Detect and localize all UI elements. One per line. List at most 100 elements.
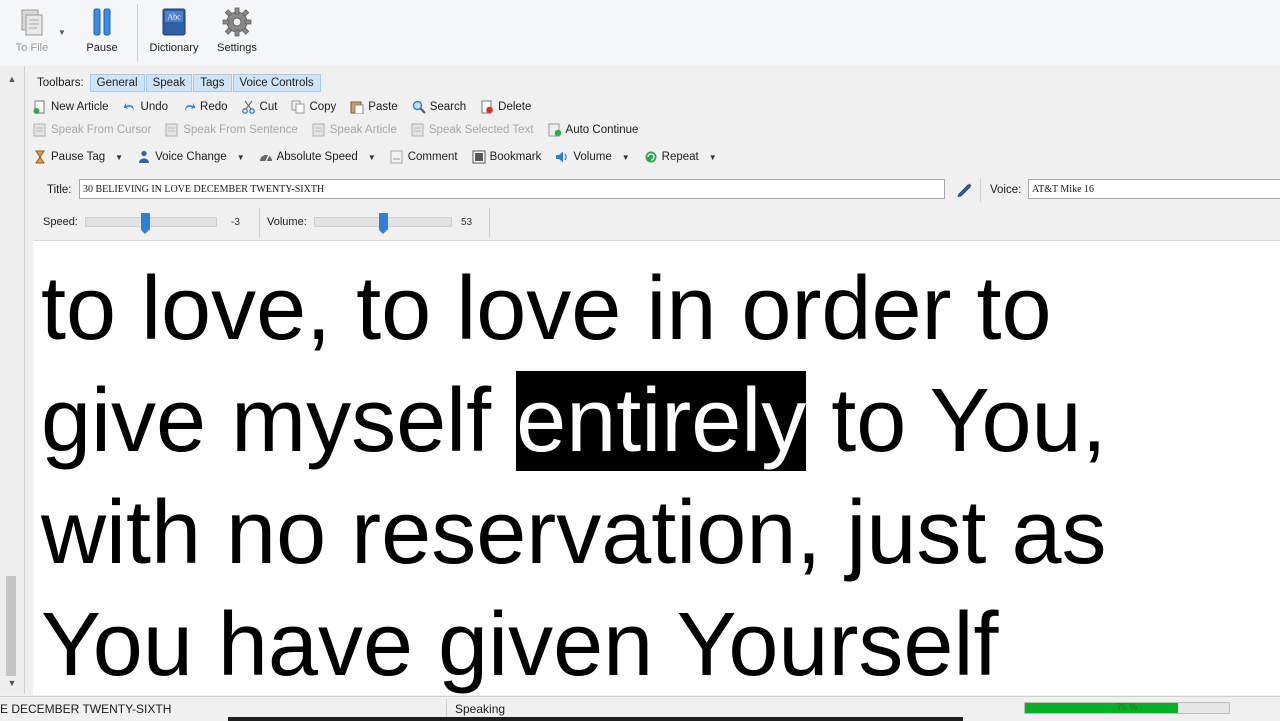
speak-article-button[interactable]: Speak Article bbox=[312, 123, 397, 137]
redo-label: Redo bbox=[200, 101, 228, 113]
voice-select[interactable]: AT&T Mike 16 bbox=[1028, 179, 1280, 199]
speed-label: Speed: bbox=[43, 216, 78, 228]
pause-tag-button[interactable]: Pause Tag ▼ bbox=[33, 150, 123, 164]
speak-toolbar: Speak From Cursor Speak From Sentence Sp… bbox=[33, 119, 652, 141]
scissors-icon bbox=[241, 100, 255, 114]
edit-pen-icon[interactable] bbox=[955, 180, 973, 198]
undo-icon bbox=[123, 103, 134, 111]
status-separator bbox=[446, 699, 447, 717]
redo-icon bbox=[185, 103, 196, 111]
to-file-button[interactable]: To File bbox=[10, 6, 54, 62]
speed-slider-track[interactable] bbox=[85, 217, 217, 227]
scroll-up-icon[interactable]: ▲ bbox=[4, 72, 20, 86]
paste-button[interactable]: Paste bbox=[350, 100, 398, 114]
speech-progress-bar: 75 % bbox=[1024, 702, 1230, 714]
toolbars-tab-row: Toolbars: General Speak Tags Voice Contr… bbox=[31, 72, 322, 94]
speed-value: -3 bbox=[231, 217, 240, 228]
tab-voice-controls[interactable]: Voice Controls bbox=[232, 74, 321, 92]
settings-button[interactable]: Settings bbox=[214, 6, 260, 62]
delete-label: Delete bbox=[498, 101, 532, 113]
pause-button[interactable]: Pause bbox=[80, 6, 124, 62]
repeat-button[interactable]: Repeat ▼ bbox=[644, 150, 717, 164]
left-scrollbar[interactable]: ▲ ▼ bbox=[0, 66, 25, 694]
speak-from-cursor-icon bbox=[33, 123, 46, 137]
new-article-button[interactable]: New Article bbox=[33, 100, 109, 114]
absolute-speed-button[interactable]: Absolute Speed ▼ bbox=[259, 150, 376, 164]
search-button[interactable]: Search bbox=[412, 100, 466, 114]
status-bar: E DECEMBER TWENTY-SIXTH Speaking 75 % bbox=[0, 696, 1280, 721]
speak-from-cursor-button[interactable]: Speak From Cursor bbox=[33, 123, 151, 137]
pause-tag-dropdown-icon[interactable]: ▼ bbox=[115, 153, 123, 162]
comment-icon bbox=[390, 150, 403, 164]
text-line-4: You have given Yourself bbox=[41, 595, 999, 695]
tab-general[interactable]: General bbox=[89, 74, 145, 92]
progress-label: 75 % bbox=[1116, 702, 1138, 712]
bookmark-label: Bookmark bbox=[489, 151, 542, 163]
search-label: Search bbox=[429, 101, 467, 113]
search-icon bbox=[412, 100, 426, 114]
new-article-label: New Article bbox=[51, 101, 109, 113]
tab-tags[interactable]: Tags bbox=[193, 74, 232, 92]
speak-from-sentence-icon bbox=[165, 123, 178, 137]
speak-selected-text-icon bbox=[411, 123, 424, 137]
text-line-1: to love, to love in order to bbox=[41, 259, 1052, 359]
pause-tag-label: Pause Tag bbox=[51, 151, 106, 163]
voice-change-button[interactable]: Voice Change ▼ bbox=[137, 150, 245, 164]
auto-continue-label: Auto Continue bbox=[565, 124, 639, 136]
voice-separator bbox=[980, 178, 981, 202]
speak-selected-text-button[interactable]: Speak Selected Text bbox=[411, 123, 534, 137]
toolbars-label: Toolbars: bbox=[37, 77, 84, 89]
text-line-3: with no reservation, just as bbox=[41, 483, 1107, 583]
paste-label: Paste bbox=[368, 101, 398, 113]
speedometer-icon bbox=[259, 154, 272, 162]
dictionary-icon-text: Abc bbox=[167, 13, 181, 22]
speak-article-icon bbox=[312, 123, 325, 137]
tab-speak[interactable]: Speak bbox=[145, 74, 193, 92]
scrollbar-thumb[interactable] bbox=[6, 576, 16, 676]
volume-value: 53 bbox=[461, 217, 473, 228]
undo-button[interactable]: Undo bbox=[123, 100, 168, 114]
copy-icon bbox=[291, 100, 305, 114]
speed-slider-thumb[interactable] bbox=[141, 213, 150, 234]
article-text: to love, to love in order to give myself… bbox=[41, 253, 1271, 695]
article-text-area[interactable]: to love, to love in order to give myself… bbox=[33, 240, 1280, 695]
speak-article-label: Speak Article bbox=[329, 124, 397, 136]
redo-button[interactable]: Redo bbox=[182, 100, 228, 114]
repeat-dropdown-icon[interactable]: ▼ bbox=[709, 153, 717, 162]
volume-tag-dropdown-icon[interactable]: ▼ bbox=[622, 153, 630, 162]
voice-change-dropdown-icon[interactable]: ▼ bbox=[237, 153, 245, 162]
delete-icon bbox=[481, 100, 493, 114]
text-line-2: give myself entirely to You, bbox=[41, 365, 1271, 477]
repeat-icon bbox=[645, 151, 657, 163]
ribbon-toolbar: To File ▼ Pause Abc Dictionary Settings bbox=[0, 0, 1280, 67]
bookmark-icon bbox=[472, 150, 486, 164]
comment-label: Comment bbox=[407, 151, 458, 163]
title-input[interactable]: 30 BELIEVING IN LOVE DECEMBER TWENTY-SIX… bbox=[79, 179, 945, 199]
hourglass-icon bbox=[35, 150, 45, 164]
status-article-title: E DECEMBER TWENTY-SIXTH bbox=[0, 702, 172, 716]
volume-tag-button[interactable]: Volume ▼ bbox=[555, 150, 630, 164]
voice-change-label: Voice Change bbox=[155, 151, 227, 163]
speak-from-sentence-label: Speak From Sentence bbox=[183, 124, 298, 136]
slider-separator-end bbox=[489, 208, 490, 238]
scroll-down-icon[interactable]: ▼ bbox=[4, 676, 20, 690]
general-toolbar: New Article Undo Redo Cut Copy Paste Sea… bbox=[33, 96, 545, 118]
to-file-dropdown-icon[interactable]: ▼ bbox=[58, 28, 66, 37]
spoken-word-highlight: entirely bbox=[516, 371, 807, 471]
copy-button[interactable]: Copy bbox=[291, 100, 336, 114]
copy-label: Copy bbox=[309, 101, 337, 113]
dictionary-icon: Abc bbox=[162, 8, 186, 36]
bookmark-button[interactable]: Bookmark bbox=[472, 150, 542, 164]
absolute-speed-dropdown-icon[interactable]: ▼ bbox=[368, 153, 376, 162]
delete-button[interactable]: Delete bbox=[480, 100, 531, 114]
absolute-speed-label: Absolute Speed bbox=[276, 151, 358, 163]
cut-button[interactable]: Cut bbox=[241, 100, 277, 114]
auto-continue-button[interactable]: Auto Continue bbox=[548, 123, 639, 137]
dictionary-button[interactable]: Abc Dictionary bbox=[146, 6, 202, 62]
speak-from-sentence-button[interactable]: Speak From Sentence bbox=[165, 123, 298, 137]
speed-volume-row: Speed: -3 Volume: 53 bbox=[25, 206, 1280, 238]
volume-label: Volume: bbox=[267, 216, 307, 228]
volume-slider-thumb[interactable] bbox=[379, 213, 388, 234]
voice-label: Voice: bbox=[990, 184, 1022, 196]
comment-button[interactable]: Comment bbox=[390, 150, 458, 164]
